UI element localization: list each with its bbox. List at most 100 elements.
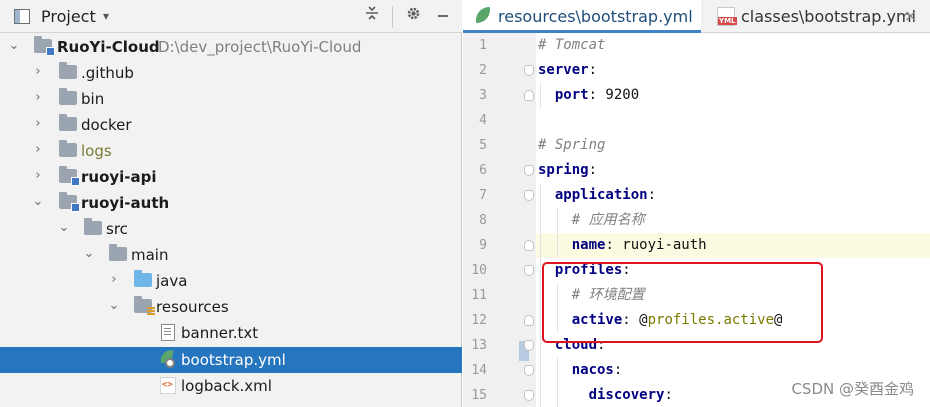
project-toolbar: Project ▾	[0, 0, 462, 33]
fold-marker-icon[interactable]	[524, 265, 534, 276]
code-line[interactable]	[536, 108, 930, 133]
code-token: application	[554, 187, 648, 203]
project-view-title[interactable]: Project	[41, 7, 96, 26]
line-number: 3	[479, 88, 487, 103]
spring-yml-file-icon	[159, 349, 176, 368]
fold-marker-icon[interactable]	[524, 390, 534, 401]
module-folder-icon	[59, 192, 80, 212]
chevron-down-icon[interactable]: ⌄	[108, 299, 120, 313]
code-line[interactable]: spring:	[536, 158, 930, 183]
tab-label: classes\bootstrap.yml	[741, 7, 917, 26]
tree-item-logback-xml[interactable]: logback.xml	[0, 373, 462, 399]
chevron-right-icon[interactable]: ›	[108, 273, 120, 287]
chevron-right-icon[interactable]: ›	[32, 91, 44, 105]
code-line[interactable]: server:	[536, 58, 930, 83]
fold-marker-icon[interactable]	[524, 315, 534, 326]
tree-item-bin[interactable]: › bin	[0, 86, 462, 112]
chevron-down-icon[interactable]: ⌄	[58, 221, 70, 235]
editor-tab-bar: resources\bootstrap.yml YML classes\boot…	[463, 0, 930, 33]
chevron-down-icon[interactable]: ▾	[103, 9, 109, 23]
fold-marker-icon[interactable]	[524, 90, 534, 101]
chevron-right-icon[interactable]: ›	[32, 65, 44, 79]
tree-item-label: bootstrap.yml	[181, 351, 286, 369]
fold-marker-icon[interactable]	[524, 365, 534, 376]
editor-area: resources\bootstrap.yml YML classes\boot…	[463, 0, 930, 407]
fold-marker-icon[interactable]	[524, 165, 534, 176]
project-tool-window: Project ▾ ⌄ RuoYi-Cloud D:\dev_project\R…	[0, 0, 462, 407]
code-token: :	[664, 387, 673, 403]
code-token: :	[613, 362, 623, 378]
yml-file-icon: YML	[717, 7, 737, 26]
code-line[interactable]: application:	[536, 183, 930, 208]
chevron-right-icon[interactable]: ›	[32, 143, 44, 157]
line-number: 5	[479, 138, 487, 153]
code-line[interactable]: # Tomcat	[536, 33, 930, 58]
code-token: # Tomcat	[538, 37, 606, 53]
code-token: :	[588, 162, 598, 178]
code-line[interactable]: # 应用名称	[536, 208, 930, 233]
tree-item-label: .github	[81, 64, 134, 82]
chevron-down-icon[interactable]: ⌄	[8, 39, 20, 53]
tree-item-ruoyi-cloud[interactable]: ⌄ RuoYi-Cloud D:\dev_project\RuoYi-Cloud	[0, 34, 462, 60]
line-number: 12	[471, 313, 487, 328]
code-line[interactable]: name: ruoyi-auth	[536, 233, 930, 258]
tree-item-label: docker	[81, 116, 132, 134]
tree-item-label: logback.xml	[181, 377, 272, 395]
tree-item-main[interactable]: ⌄ main	[0, 242, 462, 268]
code-token: spring	[538, 162, 589, 178]
fold-marker-icon[interactable]	[524, 240, 534, 251]
collapse-all-icon[interactable]	[361, 5, 383, 27]
tree-item-logs[interactable]: › logs	[0, 138, 462, 164]
close-icon[interactable]: ×	[904, 6, 917, 25]
tree-item-java[interactable]: › java	[0, 268, 462, 294]
editor-gutter: 1 2 3 4 5 6 7 8 9 10 11 12 13 14 15	[463, 33, 536, 407]
line-number: 1	[479, 38, 487, 53]
chevron-right-icon[interactable]: ›	[32, 117, 44, 131]
code-line[interactable]: # Spring	[536, 133, 930, 158]
tree-item-ruoyi-auth[interactable]: ⌄ ruoyi-auth	[0, 190, 462, 216]
folder-icon	[59, 140, 77, 157]
tree-item-label: main	[131, 246, 169, 264]
code-token: # 应用名称	[571, 212, 645, 228]
fold-marker-icon[interactable]	[524, 190, 534, 201]
gear-icon[interactable]	[402, 5, 424, 27]
tree-item-label: bin	[81, 90, 105, 108]
line-number: 13	[471, 338, 487, 353]
toolbar-divider	[392, 6, 393, 28]
fold-marker-icon[interactable]	[524, 340, 534, 351]
tree-item-github[interactable]: › .github	[0, 60, 462, 86]
indent-guide	[556, 208, 558, 258]
tab-resources-bootstrap-yml[interactable]: resources\bootstrap.yml	[463, 0, 701, 33]
tree-item-docker[interactable]: › docker	[0, 112, 462, 138]
annotation-highlight-box	[542, 262, 823, 343]
tree-item-label: ruoyi-auth	[81, 194, 170, 212]
code-line[interactable]: port: 9200	[536, 83, 930, 108]
tree-item-ruoyi-api[interactable]: › ruoyi-api	[0, 164, 462, 190]
chevron-right-icon[interactable]: ›	[32, 169, 44, 183]
xml-file-icon	[160, 377, 176, 394]
chevron-down-icon[interactable]: ⌄	[32, 195, 44, 209]
tree-item-label: ruoyi-api	[81, 168, 157, 186]
module-folder-icon	[34, 36, 55, 56]
folder-icon	[59, 114, 77, 131]
tree-item-bootstrap-yml[interactable]: bootstrap.yml	[0, 347, 462, 373]
tree-item-label: src	[106, 220, 128, 238]
line-number: 4	[479, 113, 487, 128]
minimize-icon[interactable]	[432, 5, 454, 27]
tab-classes-bootstrap-yml[interactable]: YML classes\bootstrap.yml ×	[705, 0, 930, 33]
line-number: 2	[479, 63, 487, 78]
code-area[interactable]: # Tomcat server: port: 9200 # Spring spring…	[536, 33, 930, 407]
tree-item-banner-txt[interactable]: banner.txt	[0, 320, 462, 346]
line-number: 7	[479, 188, 487, 203]
project-view-icon	[14, 9, 30, 24]
tree-item-resources[interactable]: ⌄ resources	[0, 294, 462, 320]
indent-guide	[540, 83, 541, 108]
chevron-down-icon[interactable]: ⌄	[83, 247, 95, 261]
watermark: CSDN @癸酉金鸡	[791, 380, 914, 398]
tree-item-src[interactable]: ⌄ src	[0, 216, 462, 242]
fold-marker-icon[interactable]	[524, 65, 534, 76]
line-number: 14	[471, 363, 487, 378]
